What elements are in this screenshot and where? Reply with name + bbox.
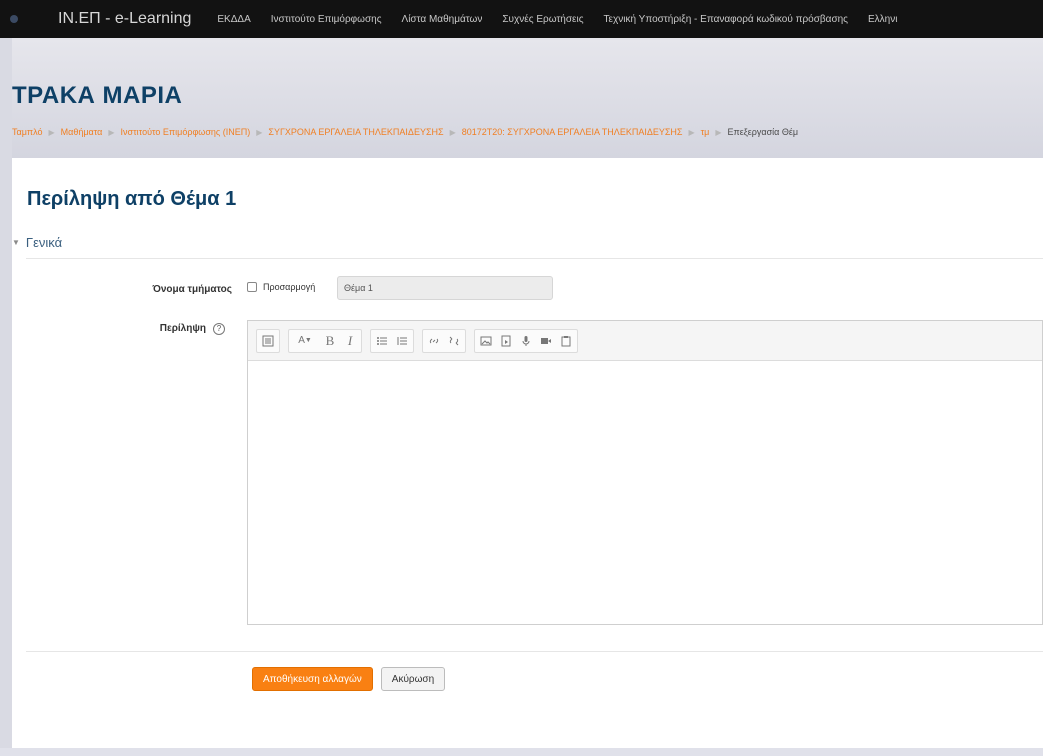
breadcrumb-course[interactable]: 80172Τ20: ΣΥΓΧΡΟΝΑ ΕΡΓΑΛΕΙΑ ΤΗΛΕΚΠΑΙΔΕΥΣ… <box>462 127 683 137</box>
nav-item-institute[interactable]: Ινστιτούτο Επιμόρφωσης <box>271 14 382 25</box>
breadcrumb-current: Επεξεργασία Θέμ <box>727 127 799 137</box>
customize-checkbox[interactable] <box>247 282 257 292</box>
help-icon[interactable]: ? <box>213 323 225 335</box>
link-icon[interactable] <box>425 332 443 350</box>
manage-files-icon[interactable] <box>557 332 575 350</box>
toolbar-group-format: A ▼ B I <box>288 328 362 353</box>
collapse-triangle-icon: ▼ <box>12 238 20 247</box>
breadcrumb-separator-icon: ▶ <box>449 127 456 137</box>
record-audio-icon[interactable] <box>517 332 535 350</box>
ordered-list-icon[interactable] <box>393 332 411 350</box>
breadcrumb-separator-icon: ▶ <box>688 127 695 137</box>
cancel-button[interactable]: Ακύρωση <box>380 667 446 691</box>
nav-item-course-list[interactable]: Λίστα Μαθημάτων <box>402 14 483 25</box>
nav-item-faq[interactable]: Συχνές Ερωτήσεις <box>502 14 583 25</box>
breadcrumb-separator-icon: ▶ <box>256 127 263 137</box>
section-name-label: Όνομα τμήματος <box>152 284 232 295</box>
page-title: ΤΡΑΚΑ ΜΑΡΙΑ <box>12 82 183 109</box>
toolbar-group-media <box>474 328 578 353</box>
breadcrumb: Ταμπλό ▶ Μαθήματα ▶ Ινστιτούτο Επιμόρφωσ… <box>12 127 798 137</box>
paragraph-style-icon[interactable]: A ▼ <box>291 332 319 350</box>
form-title: Περίληψη από Θέμα 1 <box>27 188 237 210</box>
nav-item-tech-support[interactable]: Τεχνική Υποστήριξη - Επαναφορά κωδικού π… <box>604 14 848 25</box>
summary-label: Περίληψη <box>159 323 206 334</box>
editor-toolbar: A ▼ B I <box>248 321 1042 361</box>
breadcrumb-separator-icon: ▶ <box>715 127 722 137</box>
unordered-list-icon[interactable] <box>373 332 391 350</box>
breadcrumb-category[interactable]: ΣΥΓΧΡΟΝΑ ΕΡΓΑΛΕΙΑ ΤΗΛΕΚΠΑΙΔΕΥΣΗΣ <box>268 127 443 137</box>
section-divider <box>26 258 1043 259</box>
save-changes-button[interactable]: Αποθήκευση αλλαγών <box>252 667 373 691</box>
general-section-label: Γενικά <box>25 235 63 250</box>
toolbar-toggle-icon[interactable] <box>259 332 277 350</box>
record-video-icon[interactable] <box>537 332 555 350</box>
italic-icon[interactable]: I <box>341 332 359 350</box>
form-actions: Αποθήκευση αλλαγών Ακύρωση <box>252 667 446 691</box>
form-footer-divider <box>26 651 1043 652</box>
summary-editor: A ▼ B I <box>247 320 1043 625</box>
top-navbar: ΙΝ.ΕΠ - e-Learning ΕΚΔΔΑ Ινστιτούτο Επιμ… <box>0 0 1043 38</box>
toolbar-group-lists <box>370 328 414 353</box>
bold-icon[interactable]: B <box>321 332 339 350</box>
customize-option: Προσαρμογή <box>247 282 315 292</box>
breadcrumb-institute[interactable]: Ινστιτούτο Επιμόρφωσης (ΙΝΕΠ) <box>121 127 251 137</box>
section-name-input[interactable]: Θέμα 1 <box>337 276 553 300</box>
site-logo[interactable] <box>0 0 58 38</box>
nav-item-ekdda[interactable]: ΕΚΔΔΑ <box>217 14 250 25</box>
general-section-toggle[interactable]: ▼ Γενικά <box>12 235 62 250</box>
image-icon[interactable] <box>477 332 495 350</box>
toolbar-group-links <box>422 328 466 353</box>
unlink-icon[interactable] <box>445 332 463 350</box>
customize-label: Προσαρμογή <box>263 282 316 292</box>
summary-text-area[interactable] <box>248 361 1042 624</box>
breadcrumb-courses[interactable]: Μαθήματα <box>61 127 103 137</box>
page-footer <box>0 748 1043 756</box>
media-icon[interactable] <box>497 332 515 350</box>
nav-menu: ΕΚΔΔΑ Ινστιτούτο Επιμόρφωσης Λίστα Μαθημ… <box>217 14 897 25</box>
toolbar-group-toggle <box>256 328 280 353</box>
breadcrumb-separator-icon: ▶ <box>108 127 115 137</box>
nav-item-language[interactable]: Ελληνι <box>868 14 897 25</box>
logo-dot-icon <box>10 15 18 23</box>
breadcrumb-separator-icon: ▶ <box>48 127 55 137</box>
breadcrumb-dashboard[interactable]: Ταμπλό <box>12 127 42 137</box>
breadcrumb-section[interactable]: τμ <box>701 127 710 137</box>
site-brand[interactable]: ΙΝ.ΕΠ - e-Learning <box>58 10 191 28</box>
